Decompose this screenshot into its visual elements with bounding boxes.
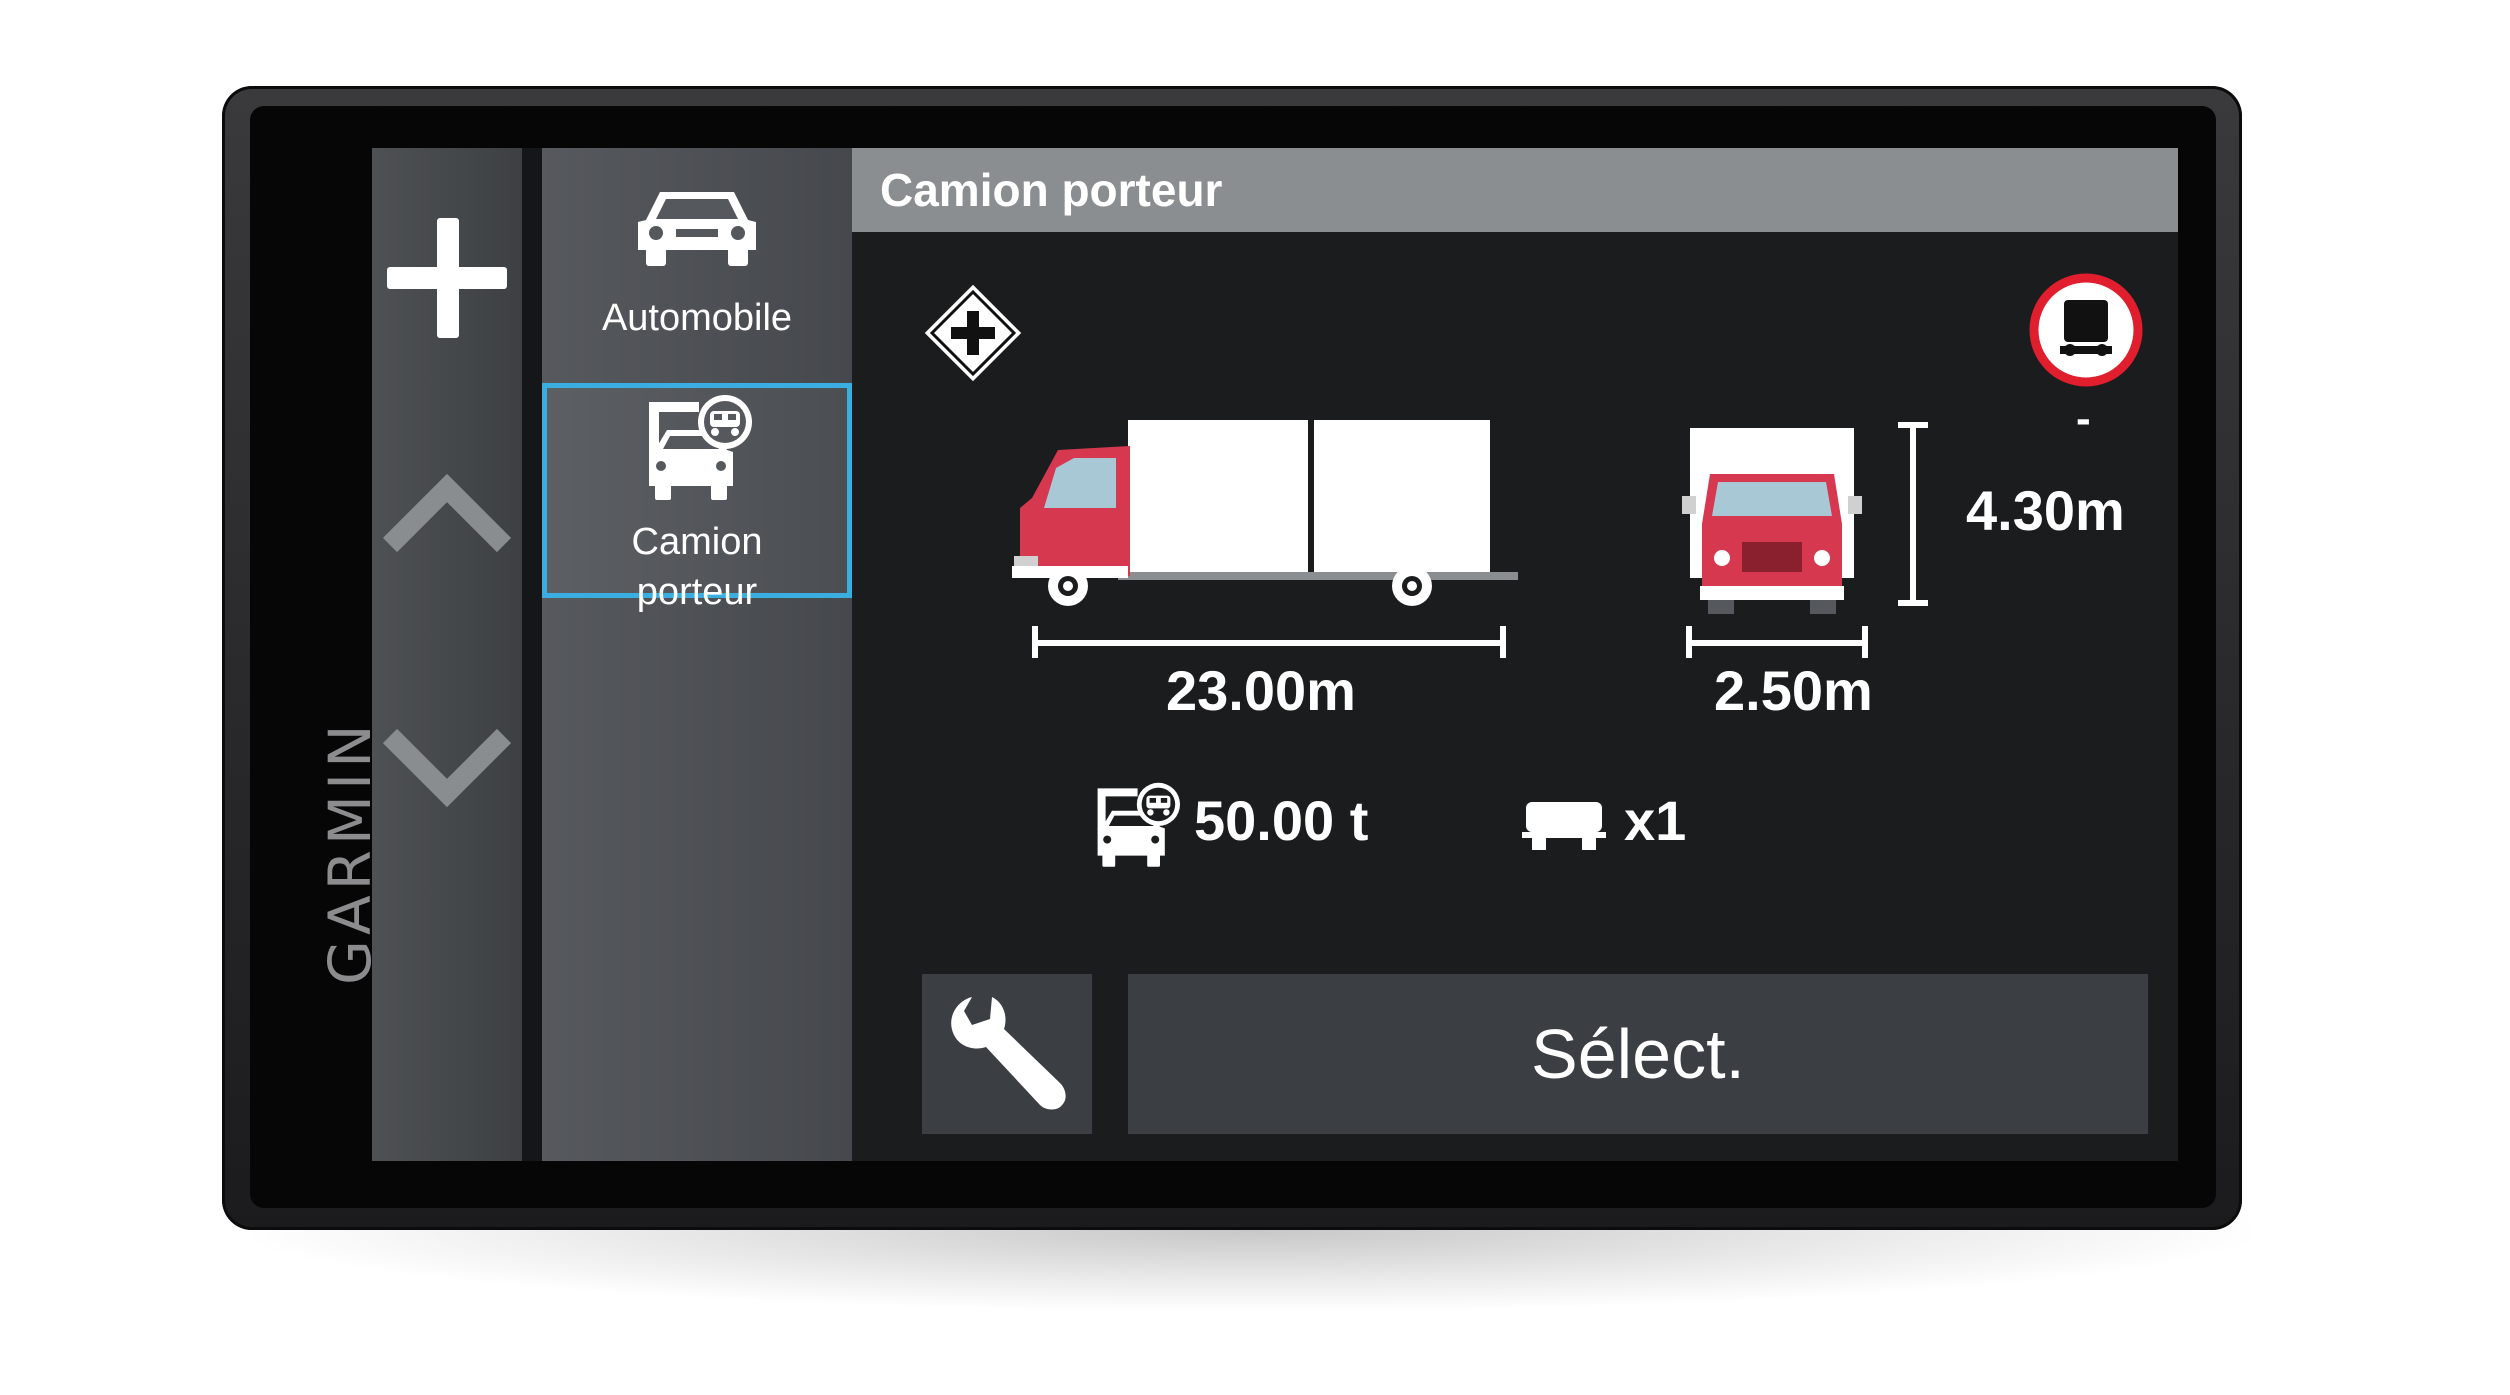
length-dimension-tick-right [1500, 626, 1506, 658]
hazmat-diamond-icon [919, 279, 1027, 387]
length-value: 23.00m [1166, 659, 1356, 722]
height-value: 4.30m [1966, 479, 2125, 542]
truck-profile-icon [649, 395, 752, 500]
settings-button[interactable] [922, 974, 1092, 1134]
scroll-up-button[interactable] [372, 448, 522, 578]
add-button[interactable] [372, 203, 522, 353]
profile-item-automobile[interactable]: Automobile [542, 168, 852, 368]
width-value: 2.50m [1714, 659, 1873, 722]
profile-item-camion-porteur[interactable]: Camion porteur [542, 383, 852, 613]
hazmat-restriction-value: - [2076, 394, 2091, 443]
hazmat-restriction-icon [2029, 273, 2143, 387]
scroll-down-button[interactable] [372, 703, 522, 833]
height-dimension-tick-top [1898, 422, 1928, 428]
length-dimension-line [1034, 640, 1504, 646]
screen: Automobile Camion porteur Camion porteur… [372, 148, 2178, 1161]
wrench-icon [951, 997, 1066, 1110]
truck-side-icon [1012, 420, 1518, 606]
weight-value: 50.00 t [1194, 789, 1369, 852]
profile-label-camion-porteur: Camion porteur [631, 521, 763, 613]
width-dimension-line [1688, 640, 1866, 646]
car-icon [638, 192, 756, 266]
truck-front-icon [1682, 428, 1862, 614]
page-title: Camion porteur [852, 148, 2178, 232]
chevron-down-icon [382, 728, 512, 808]
profile-list: Automobile Camion porteur [542, 148, 852, 1161]
plus-icon [387, 218, 507, 338]
length-dimension-tick-left [1032, 626, 1038, 658]
select-button[interactable]: Sélect. [1128, 974, 2148, 1134]
column-divider [522, 148, 542, 1161]
height-dimension-line [1910, 424, 1916, 604]
vehicle-details-panel: Camion porteur 23.00m 2.50m 4.30m - 50.0… [852, 148, 2178, 1161]
width-dimension-tick-right [1862, 626, 1868, 658]
weight-truck-icon [1097, 782, 1180, 867]
axle-count-value: x1 [1624, 789, 1687, 852]
trailer-axle-icon [1522, 802, 1606, 850]
profile-label-automobile: Automobile [601, 297, 793, 339]
nav-column [372, 148, 522, 1161]
chevron-up-icon [382, 473, 512, 553]
width-dimension-tick-left [1686, 626, 1692, 658]
height-dimension-tick-bottom [1898, 600, 1928, 606]
